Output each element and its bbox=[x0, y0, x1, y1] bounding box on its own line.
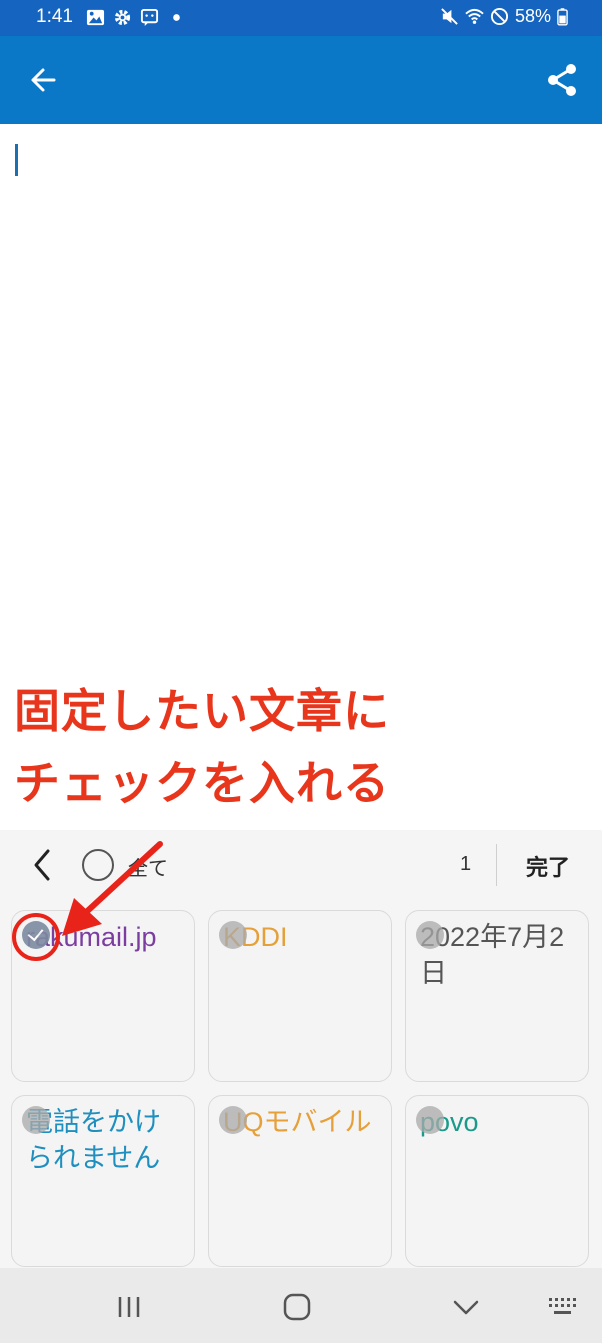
clipboard-item[interactable]: KDDI bbox=[208, 910, 392, 1082]
dot-icon bbox=[173, 14, 180, 21]
clipboard-item-text: 電話をかけられません bbox=[26, 1107, 161, 1173]
item-checkbox[interactable] bbox=[416, 1106, 444, 1134]
battery-percent: 58% bbox=[514, 6, 551, 26]
hide-keyboard-icon[interactable] bbox=[449, 1290, 483, 1324]
clipboard-item[interactable]: 電話をかけられません bbox=[11, 1095, 195, 1267]
clipboard-item[interactable]: povo bbox=[405, 1095, 589, 1267]
navigation-bar bbox=[0, 1268, 602, 1343]
status-bar: 1:41 58% bbox=[0, 0, 602, 36]
item-checkbox[interactable] bbox=[416, 921, 444, 949]
clipboard-item[interactable]: UQモバイル bbox=[208, 1095, 392, 1267]
mute-icon bbox=[441, 8, 458, 25]
annotation-line-1: 固定したい文章に bbox=[13, 683, 390, 739]
gear-icon bbox=[114, 9, 131, 26]
status-right: 58% bbox=[440, 6, 568, 27]
recent-apps-icon[interactable] bbox=[112, 1290, 146, 1324]
home-icon[interactable] bbox=[280, 1290, 314, 1324]
item-checkbox[interactable] bbox=[22, 1106, 50, 1134]
clipboard-item[interactable]: 2022年7月2日 bbox=[405, 910, 589, 1082]
item-checkbox[interactable] bbox=[219, 1106, 247, 1134]
app-bar bbox=[0, 36, 602, 124]
status-time: 1:41 bbox=[36, 6, 73, 27]
arrow-left-icon[interactable] bbox=[24, 60, 64, 100]
annotation-callout: 固定したい文章に チェックを入れる bbox=[13, 675, 594, 819]
do-not-disturb-icon bbox=[490, 7, 509, 26]
clipboard-item-text: 2022年7月2日 bbox=[420, 922, 565, 988]
message-icon bbox=[140, 8, 159, 27]
battery-icon bbox=[557, 8, 568, 26]
pointer-arrow-icon bbox=[62, 841, 163, 936]
status-left-icons bbox=[86, 8, 186, 27]
image-icon bbox=[86, 9, 105, 26]
keyboard-switch-icon[interactable] bbox=[546, 1290, 580, 1324]
share-icon[interactable] bbox=[542, 60, 582, 100]
annotation-line-2: チェックを入れる bbox=[13, 755, 390, 811]
text-caret bbox=[15, 144, 18, 176]
item-checkbox[interactable] bbox=[219, 921, 247, 949]
wifi-icon bbox=[465, 8, 484, 24]
